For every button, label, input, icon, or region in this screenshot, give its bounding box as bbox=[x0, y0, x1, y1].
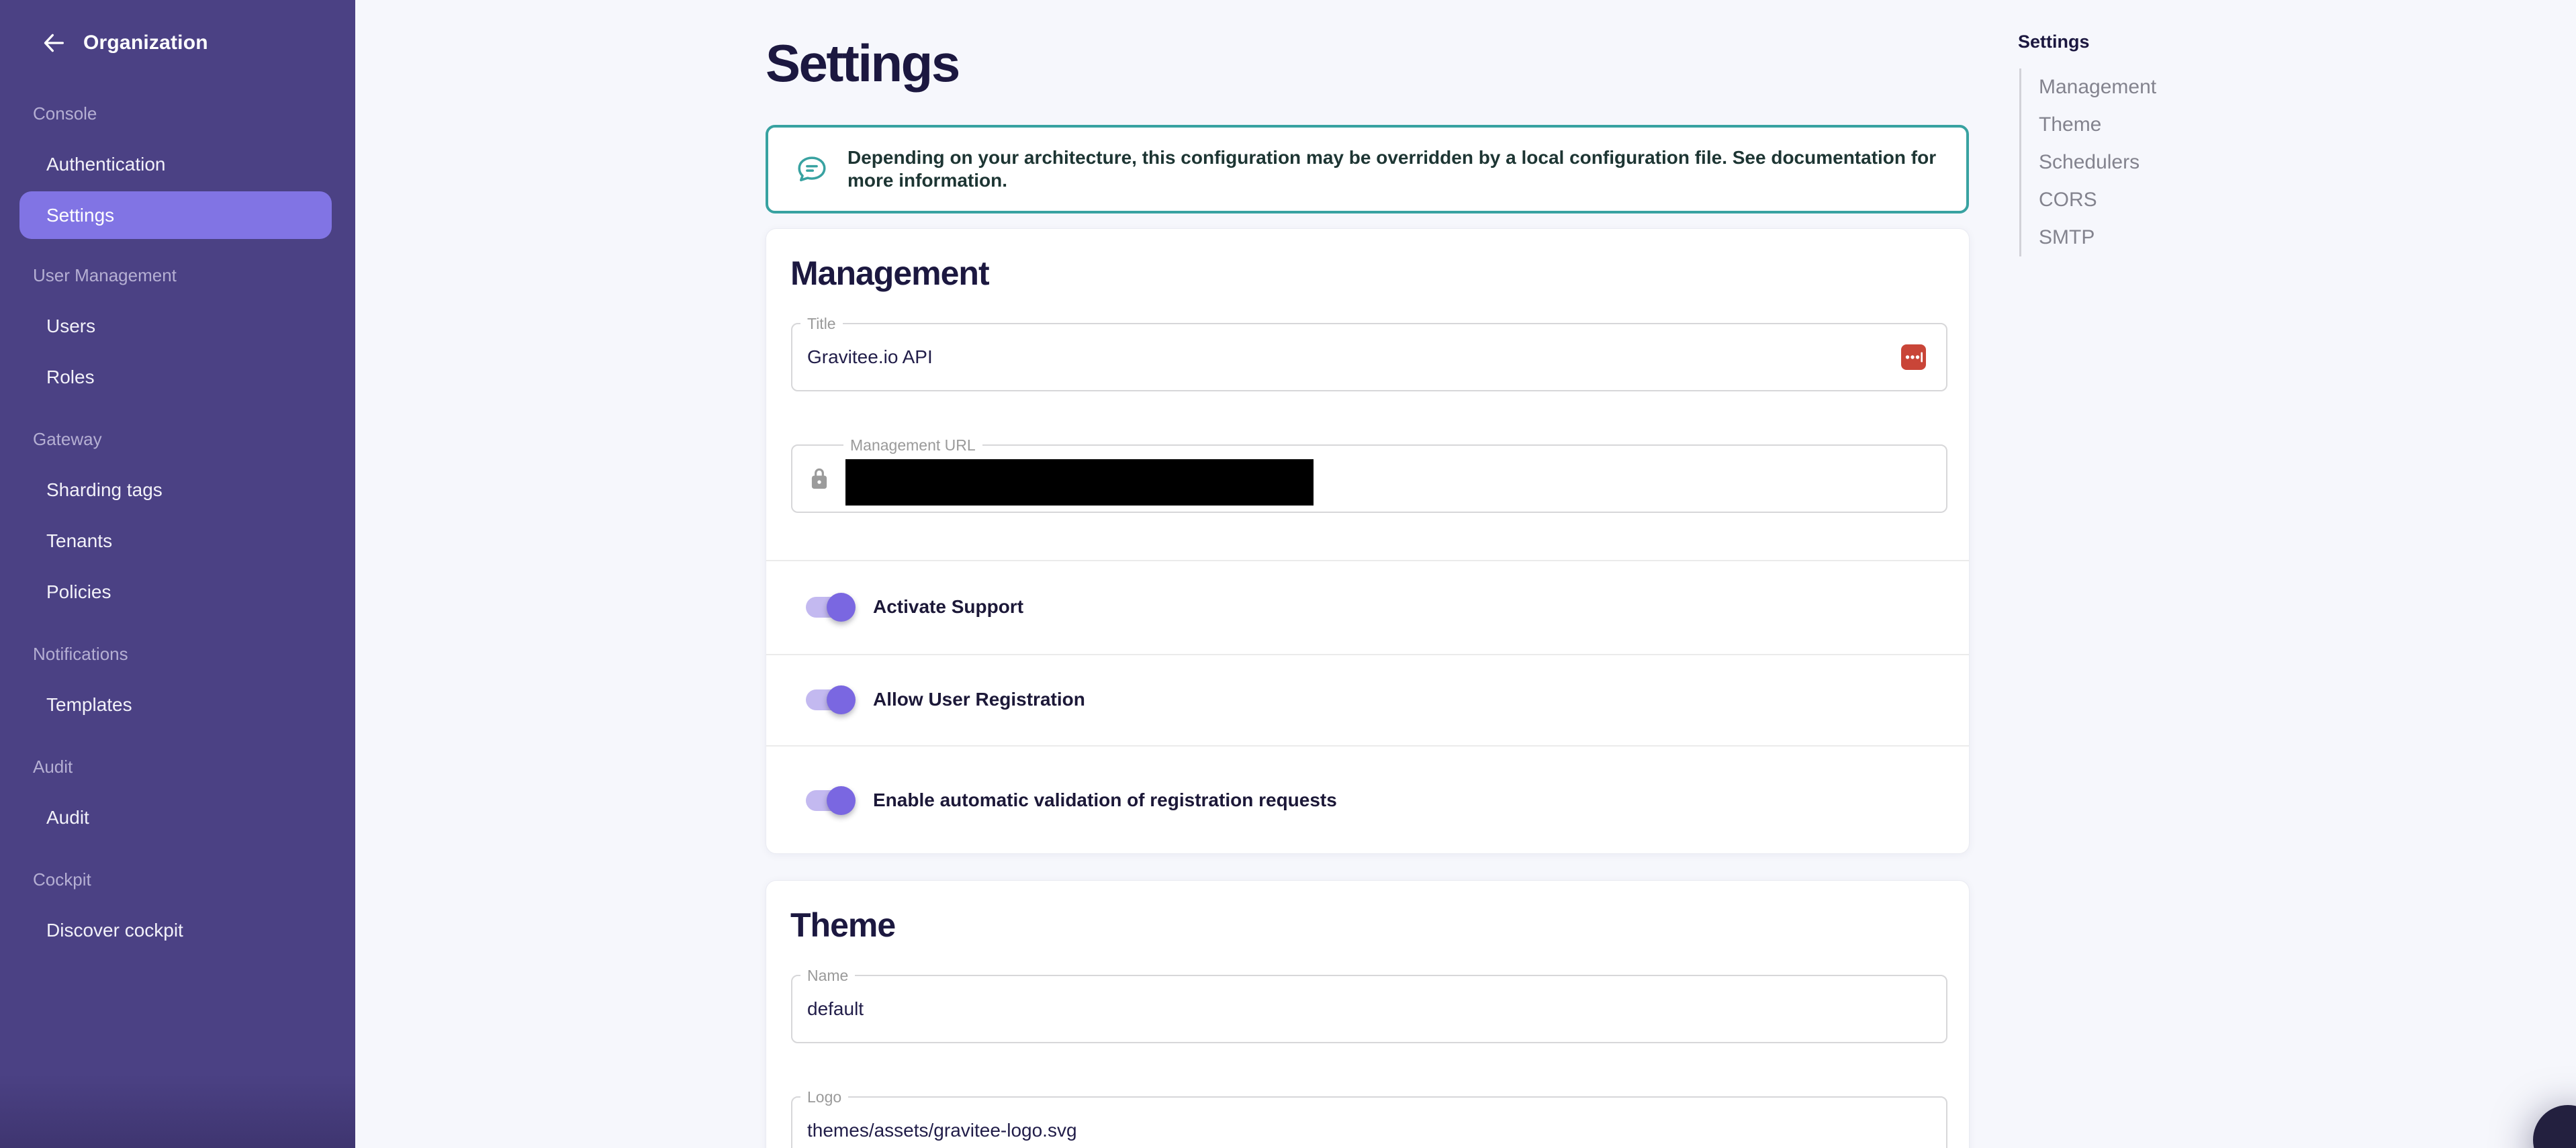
sidebar-section-gateway: Gateway bbox=[0, 414, 355, 465]
sidebar-item-audit[interactable]: Audit bbox=[0, 792, 355, 843]
sidebar-context-title: Organization bbox=[83, 32, 208, 54]
page-title: Settings bbox=[766, 30, 959, 97]
toc-list: Management Theme Schedulers CORS SMTP bbox=[2019, 68, 2196, 256]
theme-logo-field[interactable]: Logo themes/assets/gravitee-logo.svg bbox=[791, 1096, 1947, 1148]
title-field[interactable]: Title Gravitee.io API bbox=[791, 323, 1947, 391]
toggle-label: Activate Support bbox=[873, 596, 1023, 618]
toc-item-smtp[interactable]: SMTP bbox=[2021, 219, 2196, 256]
lock-icon bbox=[807, 465, 831, 492]
theme-heading: Theme bbox=[790, 905, 895, 945]
sidebar-item-policies[interactable]: Policies bbox=[0, 567, 355, 618]
chat-bubble-icon bbox=[795, 152, 829, 186]
back-arrow-icon[interactable] bbox=[40, 30, 67, 56]
toc-heading: Settings bbox=[2018, 30, 2090, 53]
toc-item-management[interactable]: Management bbox=[2021, 68, 2196, 106]
management-heading: Management bbox=[790, 253, 989, 293]
theme-logo-field-value[interactable]: themes/assets/gravitee-logo.svg bbox=[792, 1120, 1077, 1141]
title-field-value[interactable]: Gravitee.io API bbox=[792, 346, 933, 368]
sidebar-item-settings[interactable]: Settings bbox=[19, 191, 332, 239]
toc-item-cors[interactable]: CORS bbox=[2021, 181, 2196, 219]
toggle-label: Enable automatic validation of registrat… bbox=[873, 790, 1337, 811]
toggle-row-allow-user-registration: Allow User Registration bbox=[766, 654, 1969, 745]
theme-name-field-label: Name bbox=[800, 967, 855, 984]
banner-text: Depending on your architecture, this con… bbox=[847, 146, 1939, 192]
lastpass-icon[interactable] bbox=[1901, 344, 1926, 370]
sidebar-item-authentication[interactable]: Authentication bbox=[0, 139, 355, 190]
sidebar-item-roles[interactable]: Roles bbox=[0, 352, 355, 403]
sidebar-section-cockpit: Cockpit bbox=[0, 854, 355, 905]
toggle-row-auto-validation: Enable automatic validation of registrat… bbox=[766, 745, 1969, 855]
sidebar-section-notifications: Notifications bbox=[0, 628, 355, 679]
sidebar-item-discover-cockpit[interactable]: Discover cockpit bbox=[0, 905, 355, 956]
auto-validation-toggle[interactable] bbox=[806, 785, 856, 816]
sidebar-item-templates[interactable]: Templates bbox=[0, 679, 355, 730]
toggle-label: Allow User Registration bbox=[873, 689, 1085, 710]
sidebar-item-sharding-tags[interactable]: Sharding tags bbox=[0, 465, 355, 516]
sidebar-item-users[interactable]: Users bbox=[0, 301, 355, 352]
management-card: Management Title Gravitee.io API Managem… bbox=[766, 228, 1970, 854]
management-url-field-label: Management URL bbox=[843, 436, 982, 454]
management-url-field[interactable]: Management URL bbox=[791, 444, 1947, 513]
toggle-thumb bbox=[827, 685, 856, 714]
sidebar-section-audit: Audit bbox=[0, 741, 355, 792]
sidebar-section-console: Console bbox=[0, 88, 355, 139]
toggle-row-activate-support: Activate Support bbox=[766, 560, 1969, 654]
allow-user-registration-toggle[interactable] bbox=[806, 684, 856, 715]
sidebar-section-user-management: User Management bbox=[0, 250, 355, 301]
info-banner: Depending on your architecture, this con… bbox=[766, 125, 1969, 213]
theme-logo-field-label: Logo bbox=[800, 1088, 848, 1106]
sidebar-back-button[interactable]: Organization bbox=[0, 0, 355, 86]
sidebar-item-tenants[interactable]: Tenants bbox=[0, 516, 355, 567]
title-field-label: Title bbox=[800, 315, 843, 332]
toc-item-schedulers[interactable]: Schedulers bbox=[2021, 144, 2196, 181]
theme-card: Theme Name default Logo themes/assets/gr… bbox=[766, 880, 1970, 1148]
floating-action-button[interactable] bbox=[2533, 1105, 2576, 1148]
toggle-thumb bbox=[827, 786, 856, 815]
toggle-thumb bbox=[827, 593, 856, 622]
theme-name-field[interactable]: Name default bbox=[791, 975, 1947, 1043]
toc-item-theme[interactable]: Theme bbox=[2021, 106, 2196, 144]
theme-name-field-value[interactable]: default bbox=[792, 998, 864, 1020]
sidebar: Organization Console Authentication Sett… bbox=[0, 0, 355, 1148]
activate-support-toggle[interactable] bbox=[806, 591, 856, 622]
redacted-value bbox=[845, 459, 1314, 506]
